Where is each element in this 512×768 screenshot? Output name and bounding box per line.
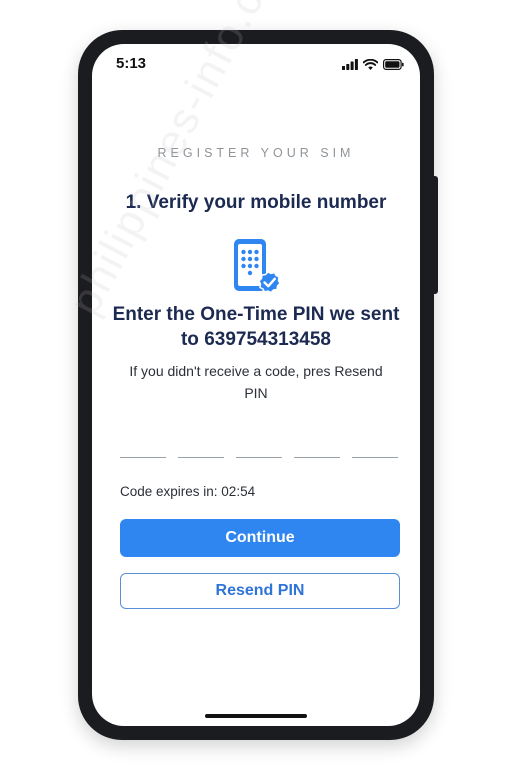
pin-digit-3[interactable]: [236, 438, 282, 458]
otp-headline: Enter the One-Time PIN we sent to 639754…: [108, 302, 404, 352]
phone-screen: 5:13 REGISTER YOUR SIM 1. Verify your mo…: [92, 44, 420, 726]
pin-digit-2[interactable]: [178, 438, 224, 458]
pin-digit-1[interactable]: [120, 438, 166, 458]
pin-digit-5[interactable]: [352, 438, 398, 458]
resend-pin-button[interactable]: Resend PIN: [120, 573, 400, 609]
pin-input-group: [120, 438, 398, 458]
code-expiry-label: Code expires in: 02:54: [120, 484, 256, 499]
register-sim-content: REGISTER YOUR SIM 1. Verify your mobile …: [92, 44, 420, 726]
home-indicator[interactable]: [205, 714, 307, 718]
phone-frame: 5:13 REGISTER YOUR SIM 1. Verify your mo…: [78, 30, 438, 740]
continue-button[interactable]: Continue: [120, 519, 400, 557]
phone-check-icon: [231, 238, 283, 298]
page-eyebrow: REGISTER YOUR SIM: [157, 146, 355, 160]
resend-hint: If you didn't receive a code, pres Resen…: [129, 363, 383, 401]
side-button: [434, 176, 438, 294]
otp-headline-line2: to 639754313458: [180, 329, 331, 350]
otp-headline-line1: Enter the One-Time PIN we sent: [112, 304, 400, 325]
pin-digit-4[interactable]: [294, 438, 340, 458]
step-title: 1. Verify your mobile number: [125, 192, 387, 213]
